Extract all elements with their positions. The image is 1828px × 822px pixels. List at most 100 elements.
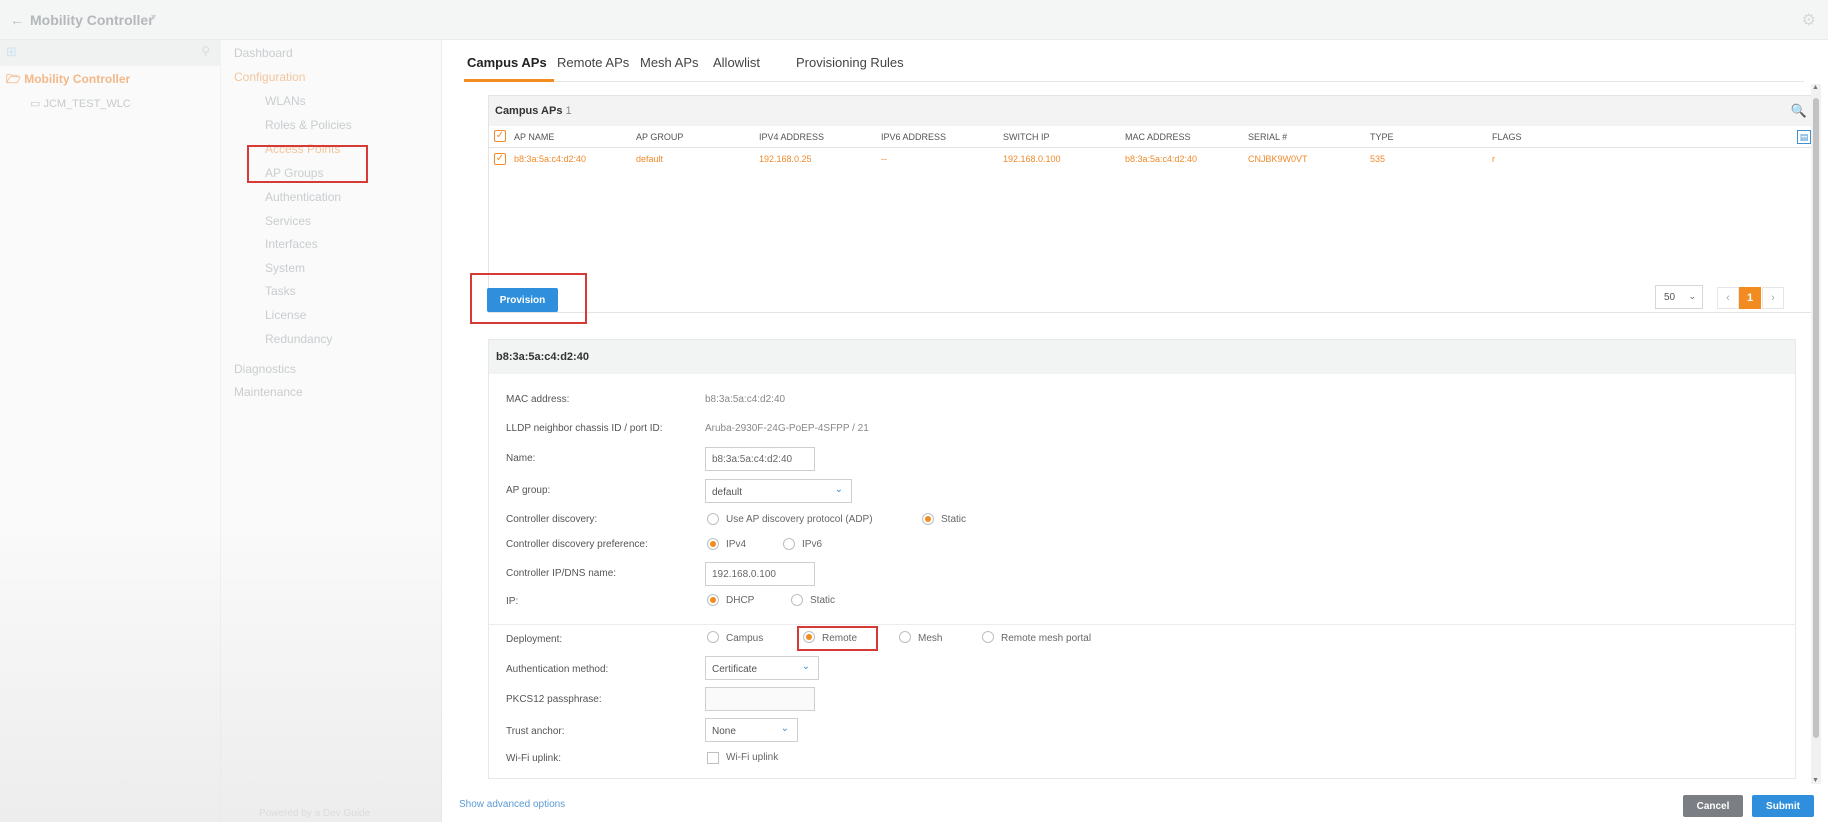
radio-static-ip-label: Static: [810, 595, 836, 606]
top-bar: ← Mobility Controller ▾ ⚙: [0, 0, 1828, 40]
label-controller-discovery: Controller discovery:: [506, 514, 598, 525]
tab-allowlist[interactable]: Allowlist: [713, 55, 760, 70]
ap-group-select[interactable]: default ⌄: [705, 479, 852, 503]
scrollbar-thumb[interactable]: [1813, 98, 1819, 738]
cell-mac: b8:3a:5a:c4:d2:40: [1125, 154, 1198, 164]
col-type[interactable]: TYPE: [1370, 132, 1394, 142]
scroll-down-icon[interactable]: ▼: [1812, 777, 1819, 784]
value-lldp: Aruba-2930F-24G-PoEP-4SFPP / 21: [705, 423, 869, 434]
chevron-down-icon[interactable]: ▾: [151, 12, 156, 23]
col-mac[interactable]: MAC ADDRESS: [1125, 132, 1191, 142]
radio-mesh-label: Mesh: [918, 633, 943, 644]
col-flags[interactable]: FLAGS: [1492, 132, 1522, 142]
gear-icon[interactable]: ⚙: [1802, 10, 1816, 30]
tab-provisioning-rules[interactable]: Provisioning Rules: [796, 55, 904, 70]
show-advanced-link[interactable]: Show advanced options: [459, 799, 565, 810]
trust-anchor-select[interactable]: None ⌄: [705, 718, 798, 742]
name-input[interactable]: b8:3a:5a:c4:d2:40: [705, 447, 815, 471]
pager-next[interactable]: ›: [1762, 287, 1784, 309]
table-count: 1: [565, 105, 572, 117]
submit-button[interactable]: Submit: [1752, 795, 1814, 817]
nav-interfaces[interactable]: Interfaces: [265, 237, 318, 251]
scrollbar[interactable]: ▲ ▼: [1811, 84, 1821, 784]
cancel-button[interactable]: Cancel: [1683, 795, 1743, 817]
tree-node-controller[interactable]: ▭ JCM_TEST_WLC: [30, 97, 131, 110]
label-controller-preference: Controller discovery preference:: [506, 539, 648, 550]
scroll-up-icon[interactable]: ▲: [1812, 84, 1819, 91]
chevron-down-icon: ⌄: [834, 484, 843, 495]
radio-adp[interactable]: [707, 513, 719, 525]
nav-diagnostics[interactable]: Diagnostics: [234, 362, 296, 376]
label-name: Name:: [506, 453, 536, 464]
nav-authentication[interactable]: Authentication: [265, 190, 341, 204]
nav-services[interactable]: Services: [265, 214, 311, 228]
arrow-left-icon[interactable]: ←: [10, 12, 24, 28]
search-icon[interactable]: 🔍: [1791, 103, 1807, 119]
radio-dhcp[interactable]: [707, 594, 719, 606]
pkcs12-passphrase-input[interactable]: [705, 687, 815, 711]
nav-roles-policies[interactable]: Roles & Policies: [265, 118, 352, 132]
nav-redundancy[interactable]: Redundancy: [265, 332, 332, 346]
row-checkbox[interactable]: ✓: [494, 153, 506, 165]
radio-remote-mesh-portal[interactable]: [982, 631, 994, 643]
select-all-checkbox[interactable]: ✓: [494, 130, 506, 142]
pager-page-current[interactable]: 1: [1739, 287, 1761, 309]
table-title-text: Campus APs: [495, 105, 563, 117]
nav-maintenance[interactable]: Maintenance: [234, 385, 303, 399]
highlight-access-points: [247, 145, 368, 183]
highlight-provision: [470, 273, 587, 324]
label-deployment: Deployment:: [506, 634, 563, 645]
table-row[interactable]: ✓ b8:3a:5a:c4:d2:40 default 192.168.0.25…: [489, 149, 1817, 171]
nav-tasks[interactable]: Tasks: [265, 284, 296, 298]
auth-method-select[interactable]: Certificate ⌄: [705, 656, 819, 680]
table-header-bar: Campus APs 1 🔍: [489, 96, 1817, 126]
tab-bar: Campus APs Remote APs Mesh APs Allowlist…: [464, 40, 1804, 82]
table-columns: ✓ AP NAME AP GROUP IPV4 ADDRESS IPV6 ADD…: [489, 126, 1817, 148]
wifi-uplink-checkbox[interactable]: [707, 752, 719, 764]
wifi-uplink-checkbox-label: Wi-Fi uplink: [726, 752, 779, 763]
nav-footer: Powered by a Dev Guide: [259, 808, 371, 819]
page-size-value: 50: [1664, 292, 1676, 303]
detail-header: b8:3a:5a:c4:d2:40: [489, 340, 1795, 374]
label-pkcs12: PKCS12 passphrase:: [506, 694, 602, 705]
value-mac: b8:3a:5a:c4:d2:40: [705, 394, 786, 405]
radio-campus[interactable]: [707, 631, 719, 643]
radio-static-ip[interactable]: [791, 594, 803, 606]
cell-ap-group: default: [636, 154, 664, 164]
nav-configuration[interactable]: Configuration: [234, 70, 305, 84]
col-ipv6[interactable]: IPV6 ADDRESS: [881, 132, 946, 142]
tree-search[interactable]: ⊞ ⚲: [0, 40, 220, 66]
divider: [489, 624, 1795, 625]
radio-ipv6[interactable]: [783, 538, 795, 550]
col-ap-group[interactable]: AP GROUP: [636, 132, 683, 142]
page-size-select[interactable]: 50 ⌄: [1655, 285, 1703, 309]
label-mac: MAC address:: [506, 394, 570, 405]
nav-license[interactable]: License: [265, 308, 306, 322]
cell-ap-name: b8:3a:5a:c4:d2:40: [514, 154, 587, 164]
table-title: Campus APs 1: [495, 105, 572, 117]
radio-static-discovery[interactable]: [922, 513, 934, 525]
col-serial[interactable]: SERIAL #: [1248, 132, 1287, 142]
radio-mesh[interactable]: [899, 631, 911, 643]
tab-remote-aps[interactable]: Remote APs: [557, 55, 629, 70]
nav-wlans[interactable]: WLANs: [265, 94, 306, 108]
column-settings-icon[interactable]: ▤: [1797, 130, 1811, 144]
pager-prev[interactable]: ‹: [1717, 287, 1739, 309]
col-ap-name[interactable]: AP NAME: [514, 132, 554, 142]
col-ipv4[interactable]: IPV4 ADDRESS: [759, 132, 824, 142]
radio-ipv4[interactable]: [707, 538, 719, 550]
chevron-down-icon: ⌄: [780, 723, 789, 734]
cell-flags: r: [1492, 154, 1495, 164]
nav-system[interactable]: System: [265, 261, 305, 275]
nav-dashboard[interactable]: Dashboard: [234, 46, 293, 60]
cell-serial: CNJBK9W0VT: [1248, 154, 1308, 164]
tab-mesh-aps[interactable]: Mesh APs: [640, 55, 699, 70]
tab-campus-aps[interactable]: Campus APs: [467, 55, 547, 70]
controller-ip-input[interactable]: 192.168.0.100: [705, 562, 815, 586]
tree-node-root[interactable]: 🗁 Mobility Controller: [6, 70, 130, 91]
search-icon[interactable]: ⚲: [201, 44, 210, 58]
label-trust-anchor: Trust anchor:: [506, 726, 565, 737]
label-wifi-uplink: Wi-Fi uplink:: [506, 753, 562, 764]
ap-detail-panel: b8:3a:5a:c4:d2:40 MAC address: b8:3a:5a:…: [488, 339, 1796, 779]
col-switch-ip[interactable]: SWITCH IP: [1003, 132, 1050, 142]
